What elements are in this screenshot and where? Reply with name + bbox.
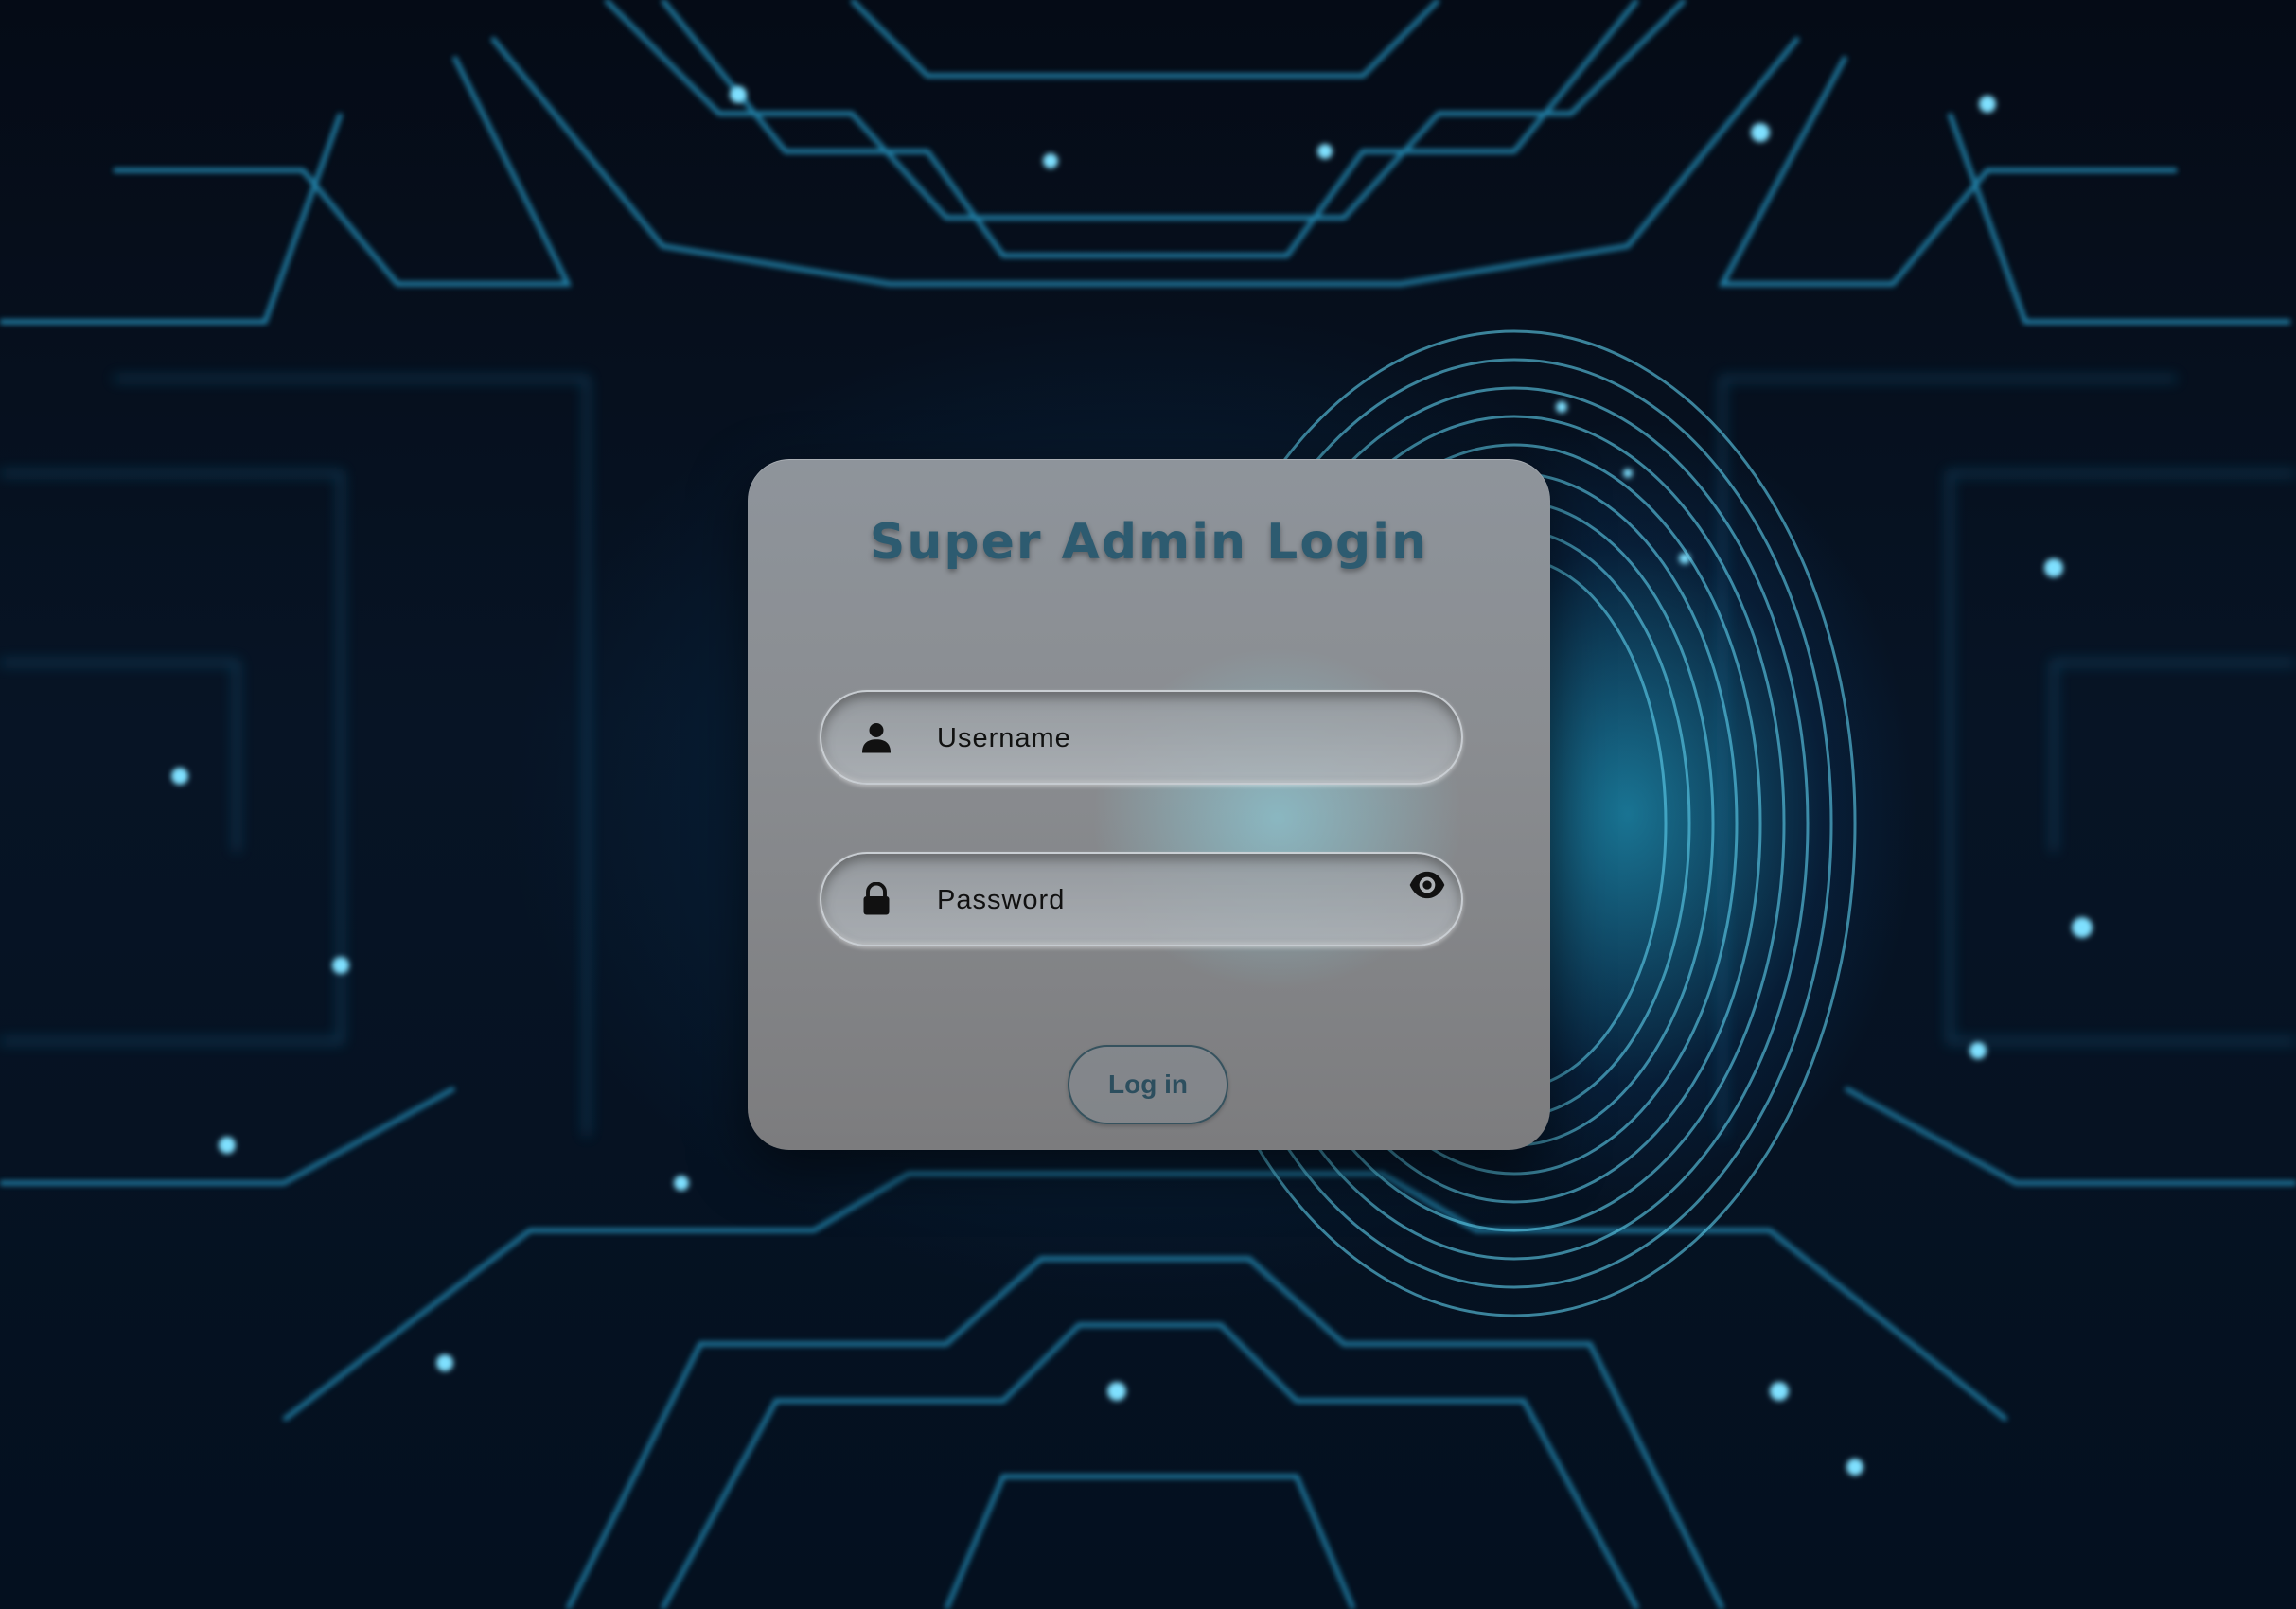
user-icon: [862, 723, 891, 753]
username-input[interactable]: [935, 692, 1374, 785]
login-button[interactable]: Log in: [1068, 1045, 1228, 1124]
page-title: Super Admin Login: [869, 514, 1429, 571]
password-field[interactable]: [820, 852, 1463, 946]
login-page: Super Admin Login Log in: [0, 0, 2296, 1609]
username-field[interactable]: [820, 690, 1463, 785]
lock-icon: [863, 882, 890, 915]
login-card: Super Admin Login Log in: [748, 459, 1550, 1150]
password-input[interactable]: [935, 854, 1374, 946]
eye-icon[interactable]: [1408, 869, 1446, 901]
